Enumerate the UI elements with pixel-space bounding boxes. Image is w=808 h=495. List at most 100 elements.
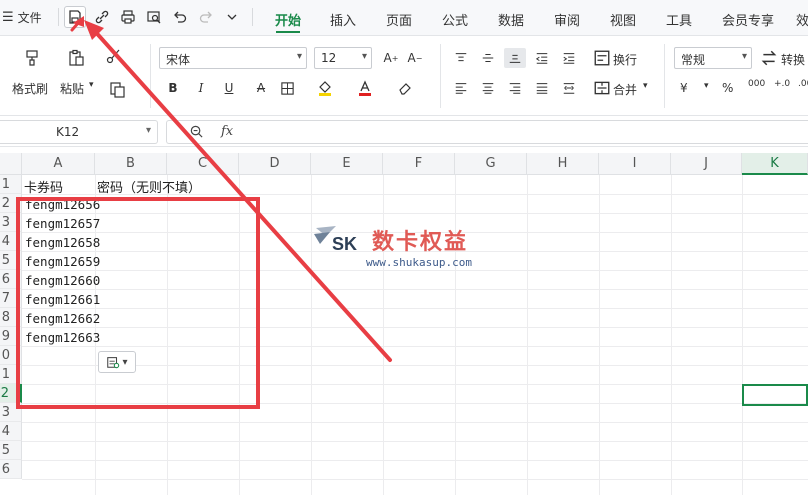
indent-increase-button[interactable]	[558, 48, 580, 68]
increase-decimal-button[interactable]: +.0	[774, 79, 790, 89]
paint-bucket-icon	[319, 81, 331, 96]
row-header[interactable]: 1	[0, 175, 22, 194]
gridline	[671, 175, 672, 495]
paste-button[interactable]	[64, 46, 88, 70]
decrease-font-button[interactable]: A −	[404, 48, 426, 68]
align-top-button[interactable]	[450, 48, 472, 68]
italic-button[interactable]: I	[190, 78, 212, 98]
file-menu[interactable]: ☰ 文件	[2, 9, 42, 26]
chevron-down-icon[interactable]: ▾	[704, 81, 709, 91]
clear-format-button[interactable]	[394, 78, 416, 98]
column-header-h[interactable]: H	[527, 153, 599, 175]
divider	[58, 8, 59, 26]
print-preview-button[interactable]	[143, 6, 165, 28]
name-box[interactable]: K12 ▾	[0, 120, 158, 144]
tab-more[interactable]: 效	[796, 10, 808, 29]
tab-tools[interactable]: 工具	[666, 10, 692, 29]
increase-font-button[interactable]: A +	[380, 48, 402, 68]
chevron-down-icon[interactable]: ▾	[643, 81, 648, 91]
decrease-decimal-button[interactable]: .00	[798, 79, 808, 89]
gridline	[22, 479, 808, 480]
watermark-brand-name: 数卡权益	[372, 229, 469, 255]
column-header-a[interactable]: A	[22, 153, 95, 175]
align-bottom-button[interactable]	[504, 48, 526, 68]
indent-decrease-button[interactable]	[531, 48, 553, 68]
border-button[interactable]	[276, 78, 298, 98]
tab-member[interactable]: 会员专享	[722, 10, 774, 29]
bold-button[interactable]: B	[162, 78, 184, 98]
paste-label: 粘贴	[60, 82, 85, 96]
share-button[interactable]	[91, 6, 113, 28]
percent-button[interactable]: %	[722, 81, 733, 95]
wrap-text-button[interactable]: 换行	[613, 51, 637, 68]
selected-cell-k12[interactable]	[742, 384, 808, 406]
save-button[interactable]	[64, 6, 86, 28]
justify-button[interactable]	[531, 78, 553, 98]
column-header-k[interactable]: K	[742, 153, 808, 175]
annotation-highlight-box	[16, 197, 260, 409]
copy-button[interactable]	[104, 80, 132, 100]
column-header-b[interactable]: B	[95, 153, 167, 175]
font-name-select[interactable]: 宋体 ▾	[159, 47, 307, 69]
thousands-button[interactable]: 000	[748, 79, 765, 89]
gridline	[22, 441, 808, 442]
redo-button[interactable]	[195, 6, 217, 28]
column-header-i[interactable]: I	[599, 153, 671, 175]
merge-button[interactable]: 合并	[613, 81, 637, 98]
column-header-e[interactable]: E	[311, 153, 383, 175]
number-format-select[interactable]: 常规 ▾	[674, 47, 752, 69]
row-header[interactable]: 4	[0, 422, 22, 441]
cell-a1[interactable]: 卡券码	[24, 177, 63, 196]
select-all-corner[interactable]	[0, 153, 22, 175]
align-middle-button[interactable]	[477, 48, 499, 68]
column-header-j[interactable]: J	[671, 153, 742, 175]
row-header[interactable]: 6	[0, 460, 22, 479]
chevron-down-icon[interactable]: ▾	[89, 80, 94, 90]
fill-color-button[interactable]	[314, 78, 336, 98]
tab-data[interactable]: 数据	[498, 10, 524, 29]
undo-button[interactable]	[169, 6, 191, 28]
font-color-button[interactable]	[354, 78, 376, 98]
tab-insert[interactable]: 插入	[330, 10, 356, 29]
print-button[interactable]	[117, 6, 139, 28]
cell-b1[interactable]: 密码（无则不填）	[97, 177, 201, 196]
indent-increase-icon	[563, 53, 575, 64]
font-size-select[interactable]: 12 ▾	[314, 47, 372, 69]
gridline	[22, 460, 808, 461]
column-header-g[interactable]: G	[455, 153, 527, 175]
strikethrough-button[interactable]: A	[250, 78, 272, 98]
tab-view[interactable]: 视图	[610, 10, 636, 29]
currency-button[interactable]: ¥	[680, 81, 688, 95]
watermark-logo-text: SK	[332, 234, 358, 254]
row-header[interactable]: 5	[0, 441, 22, 460]
name-box-value: K12	[56, 125, 80, 139]
chevron-down-icon: ▾	[361, 51, 367, 62]
gridline	[527, 175, 528, 495]
distributed-button[interactable]	[558, 78, 580, 98]
tab-home[interactable]: 开始	[275, 10, 301, 29]
column-header-d[interactable]: D	[239, 153, 311, 175]
zoom-icon[interactable]	[189, 124, 204, 139]
align-left-icon	[455, 83, 467, 94]
formula-input-area[interactable]: fx	[166, 120, 808, 144]
convert-button[interactable]: 转换	[781, 51, 805, 68]
insert-function-button[interactable]: fx	[221, 124, 233, 139]
column-header-f[interactable]: F	[383, 153, 455, 175]
more-quick-access-button[interactable]	[221, 6, 243, 28]
align-left-button[interactable]	[450, 78, 472, 98]
tab-page[interactable]: 页面	[386, 10, 412, 29]
gridline	[742, 175, 743, 495]
distributed-icon	[563, 83, 575, 94]
underline-button[interactable]: U	[218, 78, 240, 98]
column-header-c[interactable]: C	[167, 153, 239, 175]
align-center-button[interactable]	[477, 78, 499, 98]
chevron-down-icon: ▾	[296, 51, 302, 62]
chevron-down-icon: ▾	[741, 51, 747, 62]
tab-formula[interactable]: 公式	[442, 10, 468, 29]
font-name-value: 宋体	[166, 53, 191, 67]
tab-review[interactable]: 审阅	[554, 10, 580, 29]
formula-bar: K12 ▾ fx	[0, 117, 808, 147]
format-painter-button[interactable]	[20, 46, 44, 70]
align-right-button[interactable]	[504, 78, 526, 98]
cut-button[interactable]	[104, 46, 124, 66]
